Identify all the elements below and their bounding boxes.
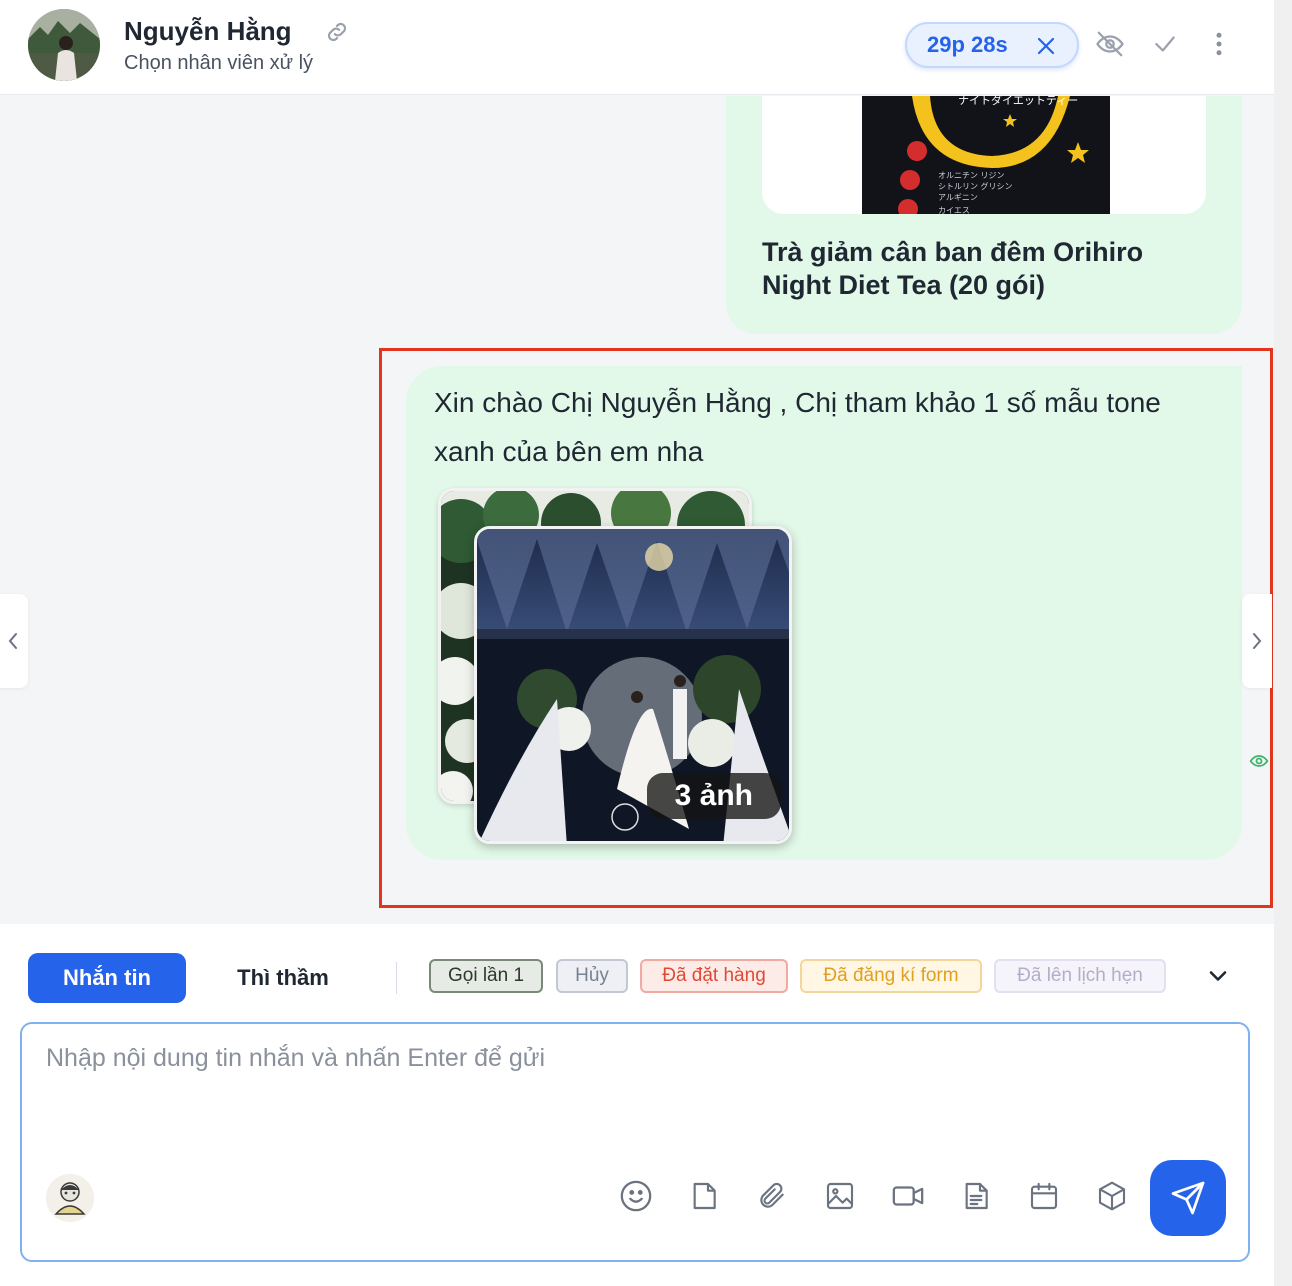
product-message-bubble: ナイトダイエットティー オルニチン リジン シトルリン グリシン アルギニン カ… xyxy=(726,96,1242,334)
agent-avatar[interactable] xyxy=(46,1174,94,1222)
chevron-right-icon[interactable] xyxy=(1242,594,1272,688)
contact-name: Nguyễn Hằng xyxy=(124,16,292,46)
image-icon[interactable] xyxy=(822,1178,858,1214)
product-image-text: シトルリン グリシン xyxy=(938,181,1013,191)
calendar-icon[interactable] xyxy=(1026,1178,1062,1214)
link-icon[interactable] xyxy=(324,19,350,45)
product-title: Trà giảm cân ban đêm Orihiro Night Diet … xyxy=(762,237,1144,300)
product-image-text: オルニチン リジン xyxy=(938,171,1005,180)
tag-call-1[interactable]: Gọi lần 1 xyxy=(429,959,543,993)
check-icon[interactable] xyxy=(1149,28,1181,60)
chevron-left-icon[interactable] xyxy=(0,594,28,688)
divider xyxy=(396,962,397,994)
composer: Nhắn tin Thì thầm Gọi lần 1 Hủy Đã đặt h… xyxy=(0,924,1274,1286)
message-input[interactable] xyxy=(46,1044,1226,1144)
send-button[interactable] xyxy=(1150,1160,1226,1236)
chevron-down-icon[interactable] xyxy=(1204,962,1232,990)
chat-header: Nguyễn Hằng Chọn nhân viên xử lý 29p 28s xyxy=(0,0,1274,95)
scrollbar[interactable] xyxy=(1274,0,1292,1286)
highlight-box xyxy=(379,348,1273,908)
tag-ordered[interactable]: Đã đặt hàng xyxy=(640,959,788,993)
product-image-text: アルギニン xyxy=(938,193,978,202)
eye-off-icon[interactable] xyxy=(1094,28,1126,60)
message-input-box xyxy=(20,1022,1250,1262)
timer-badge: 29p 28s xyxy=(905,22,1079,68)
eye-icon xyxy=(1249,755,1269,767)
send-icon xyxy=(1171,1181,1205,1215)
more-vertical-icon[interactable] xyxy=(1203,28,1235,60)
attachment-icon[interactable] xyxy=(754,1178,790,1214)
timer-text: 29p 28s xyxy=(927,32,1008,57)
product-image[interactable]: ナイトダイエットティー オルニチン リジン シトルリン グリシン アルギニン カ… xyxy=(762,96,1206,214)
chat-messages[interactable]: ナイトダイエットティー オルニチン リジン シトルリン グリシン アルギニン カ… xyxy=(0,96,1274,924)
product-box-icon[interactable] xyxy=(1094,1178,1130,1214)
close-icon[interactable] xyxy=(1035,35,1057,57)
document-icon[interactable] xyxy=(958,1178,994,1214)
tab-whisper[interactable]: Thì thầm xyxy=(204,953,362,1003)
emoji-icon[interactable] xyxy=(618,1178,654,1214)
tag-form-registered[interactable]: Đã đăng kí form xyxy=(800,959,982,993)
contact-avatar[interactable] xyxy=(28,9,100,81)
video-icon[interactable] xyxy=(890,1178,926,1214)
product-image-text: カイエス xyxy=(938,206,970,214)
tag-scheduled[interactable]: Đã lên lịch hẹn xyxy=(994,959,1166,993)
tag-cancel[interactable]: Hủy xyxy=(556,959,628,993)
tab-message[interactable]: Nhắn tin xyxy=(28,953,186,1003)
assign-staff-select[interactable]: Chọn nhân viên xử lý xyxy=(124,52,313,75)
product-image-text: ナイトダイエットティー xyxy=(958,96,1078,107)
file-icon[interactable] xyxy=(686,1178,722,1214)
